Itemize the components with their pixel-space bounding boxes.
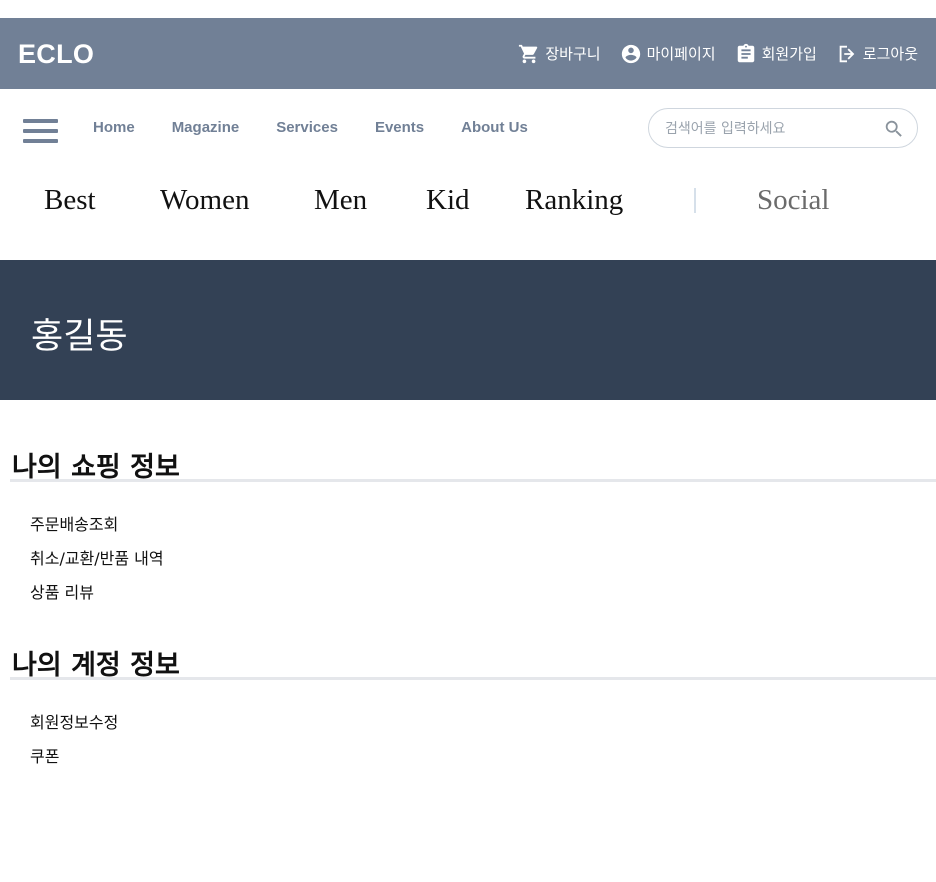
menu-item-order-tracking[interactable]: 주문배송조회 — [30, 511, 118, 535]
clipboard-icon — [737, 43, 754, 62]
search-icon — [885, 120, 902, 137]
nav-link-services[interactable]: Services — [276, 119, 338, 136]
account-circle-icon — [621, 44, 640, 63]
top-header-bar: ECLO 장바구니 마이페이지 회원가입 로그아웃 — [0, 18, 936, 89]
search-box — [648, 108, 918, 148]
profile-name: 홍길동 — [31, 317, 128, 357]
logout-link[interactable]: 로그아웃 — [836, 43, 918, 65]
signup-link-label: 회원가입 — [761, 45, 817, 63]
logo[interactable]: ECLO — [18, 39, 94, 70]
category-divider — [694, 188, 696, 213]
search-button[interactable] — [883, 118, 905, 140]
cart-link[interactable]: 장바구니 — [518, 43, 601, 65]
category-social[interactable]: Social — [757, 184, 830, 217]
mypage-link[interactable]: 마이페이지 — [620, 43, 716, 65]
nav-link-events[interactable]: Events — [375, 119, 424, 136]
section-divider — [10, 479, 936, 482]
menu-item-edit-profile[interactable]: 회원정보수정 — [30, 709, 118, 733]
nav-link-home[interactable]: Home — [93, 119, 135, 136]
category-best[interactable]: Best — [44, 184, 96, 217]
category-kid[interactable]: Kid — [426, 184, 470, 217]
mypage-link-label: 마이페이지 — [646, 45, 716, 63]
menu-item-product-reviews[interactable]: 상품 리뷰 — [30, 579, 94, 603]
hamburger-line — [23, 139, 58, 143]
signup-link[interactable]: 회원가입 — [735, 43, 817, 65]
nav-link-magazine[interactable]: Magazine — [172, 119, 240, 136]
nav-links: Home Magazine Services Events About Us — [93, 119, 565, 136]
nav-link-about-us[interactable]: About Us — [461, 119, 528, 136]
account-links: 장바구니 마이페이지 회원가입 로그아웃 — [499, 18, 918, 89]
menu-item-cancel-return-history[interactable]: 취소/교환/반품 내역 — [30, 545, 164, 569]
menu-item-coupons[interactable]: 쿠폰 — [30, 743, 59, 767]
logout-icon — [839, 45, 855, 62]
main-nav: Home Magazine Services Events About Us — [0, 89, 936, 167]
category-men[interactable]: Men — [314, 184, 367, 217]
category-nav: Best Women Men Kid Ranking Social — [0, 172, 936, 232]
logout-link-label: 로그아웃 — [862, 45, 918, 63]
category-ranking[interactable]: Ranking — [525, 184, 623, 217]
profile-banner: 홍길동 — [0, 260, 936, 400]
hamburger-line — [23, 129, 58, 133]
search-input[interactable] — [665, 118, 875, 140]
hamburger-line — [23, 119, 58, 123]
cart-link-label: 장바구니 — [545, 45, 601, 63]
cart-icon — [519, 44, 538, 63]
category-women[interactable]: Women — [160, 184, 249, 217]
hamburger-menu-icon[interactable] — [23, 119, 58, 144]
section-divider — [10, 677, 936, 680]
